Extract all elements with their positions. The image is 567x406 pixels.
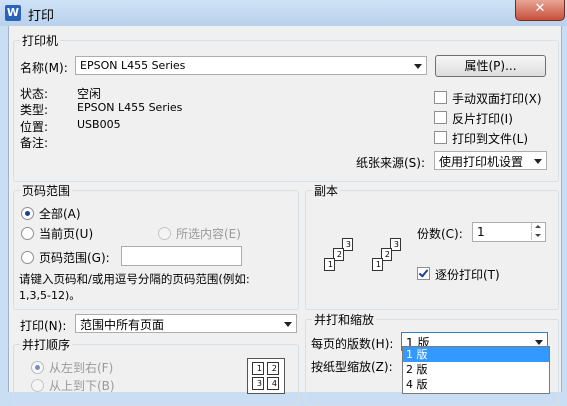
status-label: 状态:: [20, 87, 49, 101]
left-to-right-label: 从左到右(F): [49, 361, 114, 375]
all-pages-radio[interactable]: [21, 207, 34, 220]
pages-per-sheet-dropdown[interactable]: 1 版 2 版 4 版: [402, 346, 550, 394]
manual-duplex-label: 手动双面打印(X): [452, 92, 542, 106]
print-to-file-label: 打印到文件(L): [452, 132, 529, 146]
type-value: EPSON L455 Series: [77, 101, 183, 114]
printer-group-label: 打印机: [20, 32, 61, 49]
page-range-group-label: 页码范围: [20, 182, 73, 199]
page-range-hint-line2: 1,3,5-12)。: [19, 289, 81, 302]
page-range-label: 页码范围(G):: [39, 251, 110, 265]
option-1-sheet[interactable]: 1 版: [403, 347, 549, 362]
page-range-input[interactable]: [121, 246, 242, 266]
reverse-print-label: 反片打印(I): [452, 112, 513, 126]
print-what-label: 打印(N):: [20, 319, 67, 333]
current-page-label: 当前页(U): [39, 227, 94, 241]
printer-name-label: 名称(M):: [20, 61, 68, 75]
title-bar: W 打印 ✕: [0, 0, 567, 26]
chevron-down-icon: [414, 64, 422, 69]
close-button[interactable]: ✕: [515, 0, 565, 21]
window-title: 打印: [28, 9, 55, 24]
collate-label: 逐份打印(T): [435, 268, 500, 282]
chevron-down-icon: [535, 340, 543, 345]
zoom-group-label: 并打和缩放: [312, 311, 377, 328]
print-to-file-checkbox[interactable]: [434, 131, 447, 144]
option-2-sheets[interactable]: 2 版: [403, 362, 549, 377]
type-label: 类型:: [20, 103, 49, 117]
print-what-select[interactable]: 范围中所有页面: [75, 314, 297, 333]
paper-source-label: 纸张来源(S):: [356, 156, 426, 170]
reverse-print-checkbox[interactable]: [434, 111, 447, 124]
current-page-radio[interactable]: [21, 227, 34, 240]
left-to-right-radio[interactable]: [31, 361, 44, 374]
manual-duplex-checkbox[interactable]: [434, 91, 447, 104]
wps-app-icon: W: [5, 5, 21, 21]
page-range-hint-line1: 请键入页码和/或用逗号分隔的页码范围(例如:: [19, 272, 250, 286]
all-pages-label: 全部(A): [39, 207, 81, 221]
scale-to-paper-label: 按纸型缩放(Z):: [311, 360, 393, 374]
spin-down-icon[interactable]: [531, 232, 544, 240]
top-to-bottom-label: 从上到下(B): [49, 379, 115, 393]
spin-up-icon[interactable]: [531, 223, 544, 231]
location-label: 位置:: [20, 120, 49, 134]
top-to-bottom-radio[interactable]: [31, 379, 44, 392]
copies-count-label: 份数(C):: [417, 227, 463, 241]
page-order-preview-icon: 1 2 3 4: [247, 358, 285, 394]
status-value: 空闲: [77, 87, 102, 101]
properties-button[interactable]: 属性(P)...: [435, 55, 546, 77]
comment-label: 备注:: [20, 136, 49, 150]
order-group-label: 并打顺序: [20, 336, 73, 353]
dialog-body: 打印机 名称(M): EPSON L455 Series 属性(P)... 状态…: [8, 26, 562, 406]
option-4-sheets[interactable]: 4 版: [403, 377, 549, 392]
pages-per-sheet-label: 每页的版数(H):: [311, 337, 394, 351]
selection-label: 所选内容(E): [176, 227, 241, 241]
copies-group-label: 副本: [312, 182, 341, 199]
printer-name-select[interactable]: EPSON L455 Series: [75, 56, 427, 75]
paper-source-select[interactable]: 使用打印机设置: [434, 151, 547, 170]
page-range-radio[interactable]: [21, 251, 34, 264]
chevron-down-icon: [284, 322, 292, 327]
chevron-down-icon: [534, 159, 542, 164]
location-value: USB005: [77, 118, 121, 131]
selection-radio[interactable]: [158, 227, 171, 240]
collate-checkbox[interactable]: [417, 267, 430, 280]
copies-count-input[interactable]: 1: [472, 222, 546, 242]
